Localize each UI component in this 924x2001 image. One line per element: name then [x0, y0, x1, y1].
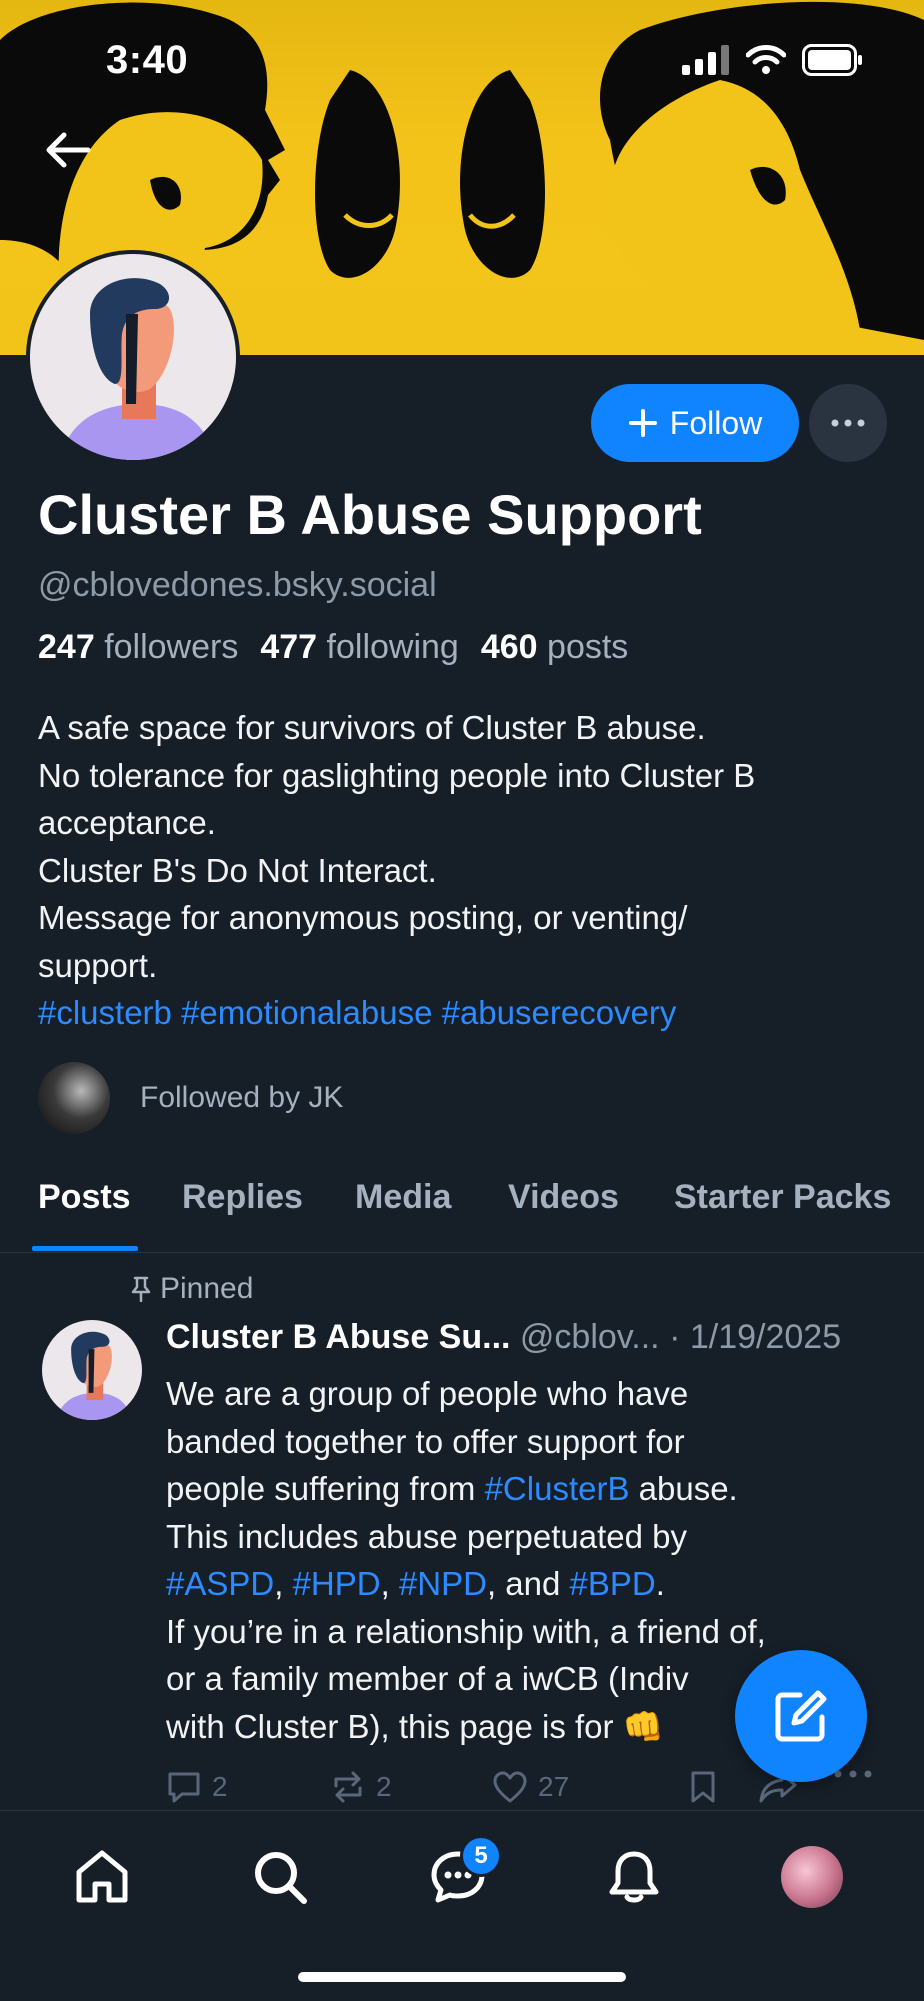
display-name: Cluster B Abuse Support — [38, 483, 702, 546]
follower-avatar — [38, 1062, 110, 1134]
bookmark-action[interactable] — [688, 1770, 718, 1804]
follow-button[interactable]: Follow — [591, 384, 799, 462]
nav-search[interactable] — [244, 1841, 316, 1913]
tab-media[interactable]: Media — [355, 1178, 451, 1217]
post-line: This includes abuse perpetuated by — [166, 1517, 688, 1555]
post-line: #ASPD, #HPD, #NPD, and #BPD. — [166, 1560, 886, 1608]
bio-line: A safe space for survivors of Cluster B … — [38, 709, 706, 746]
profile-stats: 247 followers 477 following 460 posts — [38, 628, 628, 667]
repost-action[interactable]: 2 — [330, 1770, 392, 1804]
more-options-button[interactable] — [809, 384, 887, 462]
post-line: We are a group of people who have — [166, 1375, 689, 1412]
bell-icon — [609, 1851, 659, 1903]
posts-label: posts — [547, 628, 629, 666]
repost-icon — [334, 1771, 362, 1803]
hashtag-link[interactable]: #HPD — [293, 1565, 381, 1602]
home-indicator — [298, 1972, 626, 1982]
back-button[interactable] — [40, 122, 96, 178]
profile-bio: A safe space for survivors of Cluster B … — [38, 704, 898, 1037]
battery-icon — [802, 44, 862, 76]
post-line: banded together to offer support for — [166, 1422, 685, 1460]
followers-count: 247 — [38, 628, 95, 666]
profile-handle: @cblovedones.bsky.social — [38, 566, 437, 604]
bio-line: Cluster B's Do Not Interact. — [38, 851, 437, 889]
cellular-signal-icon — [682, 45, 729, 75]
status-time: 3:40 — [106, 38, 189, 82]
user-avatar — [781, 1846, 843, 1908]
post-header: Cluster B Abuse Su... @cblov... · 1/19/2… — [166, 1318, 841, 1357]
home-icon — [76, 1850, 128, 1903]
post-author-handle[interactable]: @cblov... — [520, 1318, 660, 1356]
hashtag-link[interactable]: #BPD — [570, 1565, 656, 1602]
post-line: If you’re in a relationship with, a frie… — [166, 1612, 766, 1650]
status-icons — [682, 44, 864, 76]
heart-icon — [493, 1771, 527, 1803]
nav-messages[interactable]: 5 — [422, 1835, 502, 1913]
following-stat[interactable]: 477 following — [260, 628, 459, 667]
post-author-name[interactable]: Cluster B Abuse Su... — [166, 1318, 510, 1356]
bio-line: support. — [38, 946, 158, 984]
bio-hashtags[interactable]: #clusterb #emotionalabuse #abuserecovery — [38, 989, 898, 1037]
posts-count: 460 — [480, 628, 538, 666]
like-action[interactable]: 27 — [492, 1770, 569, 1804]
bio-line: No tolerance for gaslighting people into… — [38, 756, 756, 794]
bio-line: acceptance. — [38, 804, 216, 841]
follow-label: Follow — [669, 404, 763, 441]
tab-posts[interactable]: Posts — [38, 1178, 131, 1217]
repost-count: 2 — [376, 1771, 392, 1802]
messages-badge: 5 — [460, 1835, 502, 1877]
following-label: following — [326, 628, 459, 666]
post-text: , and — [486, 1565, 570, 1602]
tab-starter-packs[interactable]: Starter Packs — [674, 1178, 891, 1217]
compose-button[interactable] — [735, 1650, 867, 1782]
bio-line: Message for anonymous posting, or ventin… — [38, 899, 688, 936]
pinned-label: Pinned — [160, 1272, 254, 1305]
arrow-left-icon — [46, 132, 91, 168]
profile-avatar[interactable] — [26, 250, 240, 464]
plus-icon — [628, 409, 657, 437]
nav-home[interactable] — [66, 1841, 138, 1913]
pin-icon — [131, 1276, 151, 1302]
followed-by-text: Followed by JK — [140, 1081, 344, 1114]
avatar-illustration — [56, 1331, 132, 1420]
tab-videos[interactable]: Videos — [508, 1178, 619, 1217]
following-count: 477 — [260, 628, 318, 666]
post-author-avatar[interactable] — [42, 1320, 142, 1420]
reply-action[interactable]: 2 — [166, 1770, 228, 1804]
post-text: abuse. — [629, 1470, 738, 1507]
search-icon — [255, 1852, 307, 1904]
hashtag-link[interactable]: #ClusterB — [485, 1470, 630, 1507]
hashtag-link[interactable]: #NPD — [399, 1565, 487, 1602]
ellipsis-icon — [831, 419, 865, 427]
nav-profile[interactable] — [776, 1841, 848, 1913]
tab-replies[interactable]: Replies — [182, 1178, 303, 1217]
post-text: . — [655, 1565, 665, 1602]
compose-icon — [775, 1690, 827, 1742]
wifi-icon — [746, 45, 786, 74]
followers-stat[interactable]: 247 followers — [38, 628, 238, 667]
like-count: 27 — [538, 1771, 570, 1802]
post-date[interactable]: · 1/19/2025 — [669, 1318, 841, 1356]
ellipsis-icon — [834, 1770, 872, 1778]
post-more-action[interactable] — [834, 1770, 872, 1778]
followed-by-row[interactable]: Followed by JK — [38, 1062, 343, 1134]
bookmark-icon — [691, 1771, 715, 1803]
nav-notifications[interactable] — [598, 1841, 670, 1913]
posts-stat: 460 posts — [481, 628, 628, 667]
post-text: , — [274, 1565, 293, 1602]
reply-count: 2 — [212, 1771, 228, 1802]
hashtag-link[interactable]: #ASPD — [166, 1565, 274, 1602]
pinned-indicator: Pinned — [130, 1272, 253, 1306]
avatar-illustration — [60, 278, 215, 460]
post-text: people suffering from — [166, 1470, 485, 1507]
comment-icon — [168, 1772, 200, 1803]
post-line: people suffering from #ClusterB abuse. — [166, 1465, 886, 1513]
followers-label: followers — [104, 628, 239, 666]
active-tab-indicator — [32, 1246, 138, 1251]
profile-tabs: Posts Replies Media Videos Starter Packs — [0, 1172, 924, 1253]
post-text: , — [380, 1565, 399, 1602]
